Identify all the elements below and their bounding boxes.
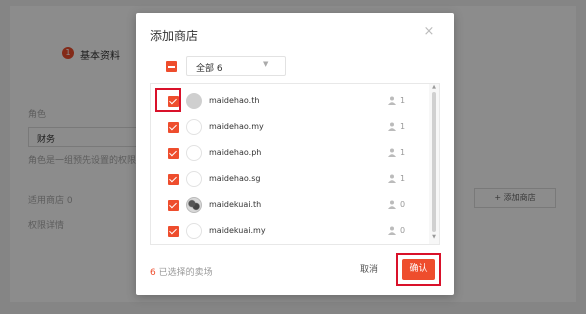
user-icon [388,226,396,235]
shop-avatar [186,197,202,213]
shop-name: maidehao.my [209,122,264,131]
shop-avatar [186,223,202,239]
shop-checkbox[interactable] [168,174,179,185]
shop-avatar [186,171,202,187]
selected-suffix: 已选择的卖场 [155,268,213,278]
shop-user-count: 1 [400,122,406,131]
shop-name: maidekuai.th [209,200,262,209]
list-scrollbar[interactable]: ▲ ▼ [429,84,439,244]
shop-user-count: 1 [400,174,406,183]
shop-checkbox[interactable] [168,122,179,133]
checkbox-highlight [155,88,181,112]
selected-count-text: 6 已选择的卖场 [150,265,213,278]
user-icon [388,200,396,209]
shop-name: maidehao.th [209,96,260,105]
shop-name: maidekuai.my [209,226,266,235]
shop-name: maidehao.ph [209,148,262,157]
select-all-label: 全部 6 [196,64,223,74]
shop-avatar [186,145,202,161]
select-all-dropdown[interactable]: 全部 6 ▼ [186,56,286,76]
scroll-up-icon[interactable]: ▲ [430,84,438,90]
select-all-checkbox[interactable] [166,61,177,72]
add-shop-dialog: 添加商店 × 全部 6 ▼ maidehao.th 1 maidehao.my … [136,13,454,295]
confirm-highlight: 确认 [396,253,441,286]
shop-user-count: 1 [400,148,406,157]
shop-list[interactable]: maidehao.th 1 maidehao.my 1 maidehao.ph … [150,83,440,245]
shop-row[interactable]: maidehao.ph 1 [151,140,427,166]
user-icon [388,122,396,131]
shop-row[interactable]: maidekuai.my 0 [151,218,427,244]
shop-user-count: 0 [400,200,406,209]
shop-row[interactable]: maidekuai.th 0 [151,192,427,218]
scroll-down-icon[interactable]: ▼ [430,234,438,240]
chevron-down-icon: ▼ [263,60,269,68]
shop-checkbox[interactable] [168,200,179,211]
shop-row[interactable]: maidehao.my 1 [151,114,427,140]
shop-user-count: 0 [400,226,406,235]
user-icon [388,174,396,183]
user-icon [388,96,396,105]
shop-avatar [186,93,202,109]
dialog-title: 添加商店 [150,29,199,43]
shop-name: maidehao.sg [209,174,261,183]
shop-avatar [186,119,202,135]
cancel-button[interactable]: 取消 [354,261,384,279]
shop-checkbox[interactable] [168,148,179,159]
confirm-button[interactable]: 确认 [402,259,435,280]
shop-row[interactable]: maidehao.th 1 [151,88,427,114]
shop-user-count: 1 [400,96,406,105]
shop-row[interactable]: maidehao.sg 1 [151,166,427,192]
close-icon[interactable]: × [422,25,436,39]
user-icon [388,148,396,157]
shop-checkbox[interactable] [168,226,179,237]
scroll-thumb[interactable] [432,92,436,232]
